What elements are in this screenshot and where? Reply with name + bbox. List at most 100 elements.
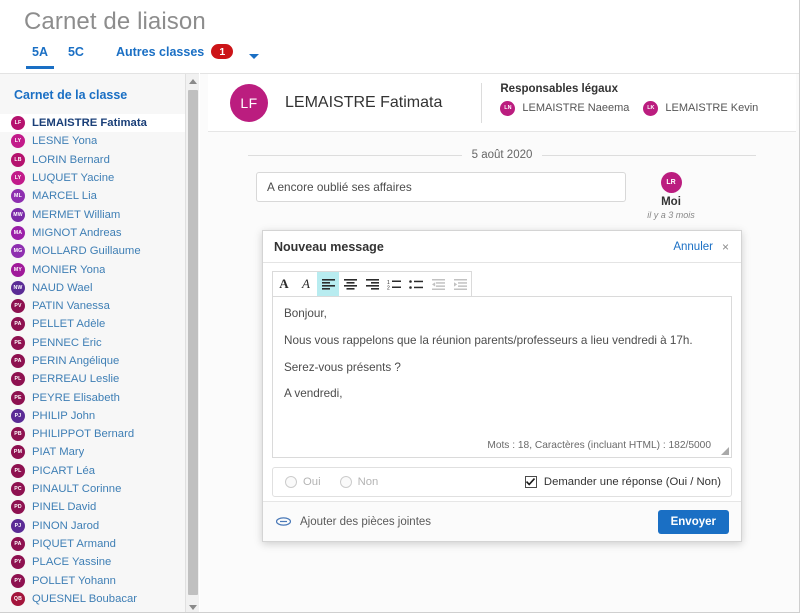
student-list-item[interactable]: PL PICART Léa [0,462,185,480]
guardian-item[interactable]: LN LEMAISTRE Naeema [500,100,629,116]
message-author-name: Moi [661,196,681,208]
student-list[interactable]: LF LEMAISTRE Fatimata LY LESNE Yona LB LORIN … [0,114,185,612]
student-list-item[interactable]: PE PEYRE Elisabeth [0,388,185,406]
student-list-item[interactable]: LB LORIN Bernard [0,151,185,169]
bold-icon[interactable]: A [273,272,295,296]
dialog-header-actions: Annuler × [673,241,729,253]
student-list-item-label: NAUD Wael [32,281,93,294]
student-avatar-icon: LY [11,171,25,186]
tab-5c[interactable]: 5C [58,45,94,69]
editor-line: Bonjour, [284,307,327,320]
student-list-item[interactable]: PA PIQUET Armand [0,535,185,553]
student-list-item-label: PINEL David [32,501,97,514]
checkbox-box[interactable] [524,476,537,488]
student-avatar-icon: ML [11,189,25,204]
sidebar-scrollbar[interactable] [185,74,199,612]
indent-icon [449,272,471,296]
tab-5a[interactable]: 5A [22,45,58,69]
student-avatar-icon: PE [11,390,25,405]
student-list-item[interactable]: PC PINAULT Corinne [0,480,185,498]
student-list-item[interactable]: LF LEMAISTRE Fatimata [0,114,185,133]
align-right-icon[interactable] [361,272,383,296]
student-avatar-icon: PY [11,573,25,588]
student-list-item[interactable]: PD PINEL David [0,498,185,516]
editor-line: A vendredi, [284,387,343,401]
radio-non-label: Non [357,476,379,488]
student-list-item[interactable]: PV PATIN Vanessa [0,297,185,315]
student-avatar-icon: MW [11,207,25,222]
student-list-item-label: LORIN Bernard [32,153,110,166]
student-avatar-icon: LB [11,152,25,167]
close-icon[interactable]: × [722,241,729,253]
student-list-item[interactable]: PJ PINON Jarod [0,517,185,535]
guardian-item[interactable]: LK LEMAISTRE Kevin [643,100,758,116]
page-header: Carnet de liaison 5A 5C Autres classes 1 [0,0,799,72]
radio-non[interactable]: Non [339,476,379,488]
student-list-item[interactable]: PY PLACE Yassine [0,553,185,571]
page-title: Carnet de liaison [24,8,206,35]
student-list-item-label: PHILIP John [32,409,96,422]
radio-oui[interactable]: Oui [285,476,321,488]
student-list-item[interactable]: MW MERMET William [0,205,185,223]
message-row: A encore oublié ses affaires LR Moi il y… [208,172,796,220]
student-list-item[interactable]: PL PERREAU Leslie [0,370,185,388]
student-list-item[interactable]: PM PIAT Mary [0,443,185,461]
guardians-block: Responsables légaux LN LEMAISTRE Naeema … [481,82,758,123]
student-avatar-icon: PL [11,463,25,478]
student-avatar-icon: PL [11,372,25,387]
thread-date: 5 août 2020 [471,149,533,161]
student-list-item[interactable]: MA MIGNOT Andreas [0,224,185,242]
student-list-item-label: PINAULT Corinne [32,483,122,496]
student-list-item[interactable]: QB QUESNEL Boubacar [0,590,185,608]
italic-icon[interactable]: A [295,272,317,296]
student-list-item[interactable]: NW NAUD Wael [0,279,185,297]
cancel-button[interactable]: Annuler [673,241,713,253]
scroll-up-icon[interactable] [186,74,199,88]
student-list-item[interactable]: PY POLLET Yohann [0,571,185,589]
radio-non-dot [339,476,352,488]
student-list-item[interactable]: PB PHILIPPOT Bernard [0,425,185,443]
student-avatar-icon: MG [11,244,25,259]
new-message-dialog: Nouveau message Annuler × A A 1 2 Bonjou… [262,230,742,542]
editor-toolbar: A A 1 2 [272,271,472,296]
send-button[interactable]: Envoyer [657,509,729,534]
student-list-item[interactable]: ML MARCEL Lia [0,187,185,205]
answer-radio-group: Oui Non [285,476,378,488]
editor-wrapper: A A 1 2 Bonjour, Nous vous rappelons que… [263,263,741,458]
chevron-down-icon[interactable] [249,53,260,59]
resize-handle[interactable] [720,446,729,455]
student-list-item[interactable]: LY LUQUET Yacine [0,169,185,187]
scroll-down-icon[interactable] [186,600,199,612]
message-text[interactable]: A encore oublié ses affaires [256,172,626,202]
student-list-item[interactable]: LY LESNE Yona [0,132,185,150]
align-center-icon[interactable] [339,272,361,296]
student-list-item[interactable]: PA PELLET Adèle [0,315,185,333]
student-list-item-label: LUQUET Yacine [32,172,115,185]
student-list-item-label: MERMET William [32,208,121,221]
student-list-item[interactable]: PJ PHILIP John [0,407,185,425]
add-attachment-button[interactable]: Ajouter des pièces jointes [276,516,431,528]
student-list-item[interactable]: PE PENNEC Éric [0,334,185,352]
tab-other-classes-label: Autres classes [115,44,205,59]
student-list-item[interactable]: MG MOLLARD Guillaume [0,242,185,260]
student-avatar-icon: PV [11,299,25,314]
outdent-icon [427,272,449,296]
ordered-list-icon[interactable]: 1 2 [383,272,405,296]
divider-line-left [248,154,462,156]
sidebar-title: Carnet de la classe [14,88,128,102]
character-counter: Mots : 18, Caractères (incluant HTML) : … [487,440,711,452]
message-editor[interactable]: Bonjour, Nous vous rappelons que la réun… [272,296,732,458]
student-list-item[interactable]: PA PERIN Angélique [0,352,185,370]
unordered-list-icon[interactable] [405,272,427,296]
request-answer-checkbox[interactable]: Demander une réponse (Oui / Non) [524,476,721,488]
align-left-icon[interactable] [317,272,339,296]
student-list-item-label: MIGNOT Andreas [32,226,122,239]
student-list-item-label: PLACE Yassine [32,556,112,569]
student-list-item[interactable]: MY MONIER Yona [0,260,185,278]
tab-other-classes[interactable]: Autres classes 1 [94,44,239,69]
student-avatar-icon: PY [11,555,25,570]
student-list-item-label: POLLET Yohann [32,574,116,587]
dialog-header: Nouveau message Annuler × [263,231,741,263]
student-avatar-icon: MY [11,262,25,277]
scrollbar-thumb[interactable] [188,90,198,595]
